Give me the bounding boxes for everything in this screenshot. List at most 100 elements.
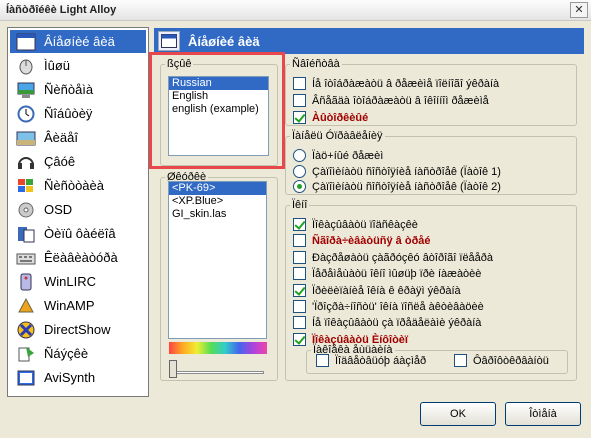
slider-track[interactable]: [172, 371, 264, 374]
option-label: Ïîêàçûâàòü ïîäñêàçêè: [312, 218, 418, 231]
checkbox-keep-on-screen[interactable]: Íå ïîêàçûâàòü çà ïðåäåëàìè ýêðàíà: [293, 316, 481, 329]
color-palette[interactable]: [169, 342, 267, 354]
checkbox-transparency[interactable]: 'Ïðîçðà÷íîñòü' îêíà ïîñëå àêòèâàöèè: [293, 300, 484, 313]
window-title: Íàñòðîéêè Light Alloy: [6, 4, 117, 16]
option-label: Ôâðîôòêðâàíòü: [473, 354, 549, 367]
checkbox-always-show[interactable]: Âñåãäà îòîáðàæàòü â îêîííîì ðåæèìå: [293, 94, 489, 107]
checkbox-hide-fullscreen[interactable]: Íå îòîáðàæàòü â ðåæèìå ïîëíîãî ýêðàíà: [293, 77, 499, 90]
ok-button[interactable]: OK: [420, 402, 496, 426]
remote-icon: [14, 271, 38, 292]
sidebar-item-label: OSD: [44, 202, 73, 217]
checkbox[interactable]: [293, 218, 306, 231]
sidebar-item-label: Ñèñòåìà: [44, 82, 94, 97]
checkbox[interactable]: [316, 354, 329, 367]
checkbox[interactable]: [293, 267, 306, 280]
checkbox[interactable]: [293, 251, 306, 264]
associations-icon: [14, 343, 38, 364]
skins-list[interactable]: <PK-69> <XP.Blue> GI_skin.las: [168, 181, 267, 339]
appearance-icon: [14, 31, 38, 52]
checkbox[interactable]: [293, 284, 306, 297]
checkbox-drag-window[interactable]: Ïåðåìåùàòü îêíî ìûøüþ ïðè íàæàòèè: [293, 267, 481, 280]
option-label: Âñåãäà îòîáðàæàòü â îêîííîì ðåæèìå: [312, 94, 489, 107]
checkbox[interactable]: [293, 300, 306, 313]
sidebar-item-label: Êëàâèàòóðà: [44, 250, 118, 265]
sidebar-item-windows[interactable]: Ñèñòòàèà: [10, 174, 146, 197]
option-label: Çàïîìèíàòü ñîñòîÿíèå íàñòðîåê (Ïàòîê 2): [312, 180, 501, 193]
sidebar-item-winamp[interactable]: WinAMP: [10, 294, 146, 317]
close-icon: ✕: [574, 4, 584, 16]
sidebar-item-appearance[interactable]: Âíåøíèé âèä: [10, 30, 146, 53]
system-icon: [14, 79, 38, 100]
sidebar-item-keyboard[interactable]: Êëàâèàòóðà: [10, 246, 146, 269]
sidebar-item-label: Ñîáûòèÿ: [44, 106, 93, 121]
option-label: Çàïîìèíàòü ñîñòîÿíèå íàñòðîåê (Ïàòîê 1): [312, 165, 501, 178]
option-label: 'Ïðîçðà÷íîñòü' îêíà ïîñëå àêòèâàöèè: [312, 300, 484, 313]
sidebar-item-winlirc[interactable]: WinLIRC: [10, 270, 146, 293]
checkbox-infotip-format[interactable]: Ôâðîôòêðâàíòü: [454, 354, 549, 367]
headphones-icon: [14, 151, 38, 172]
radio-button[interactable]: [293, 180, 306, 193]
sidebar-item-events[interactable]: Ñîáûòèÿ: [10, 102, 146, 125]
checkbox-snap-edges[interactable]: Ïðèëèïàíèå îêíà ê êðàÿì ýêðàíà: [293, 284, 461, 297]
sidebar-item-sound[interactable]: Çâóê: [10, 150, 146, 173]
sidebar-item-avisynth[interactable]: AviSynth: [10, 366, 146, 389]
close-button[interactable]: ✕: [570, 2, 588, 18]
option-label: Íå ïîêàçûâàòü çà ïðåäåëàìè ýêðàíà: [312, 316, 482, 329]
checkbox-minimize-to-tray[interactable]: Ñãîðà÷èâàòüñÿ â òðåé: [293, 234, 431, 247]
sidebar-item-label: Ìûøü: [44, 58, 71, 73]
checkbox[interactable]: [293, 77, 306, 90]
list-item[interactable]: GI_skin.las: [169, 208, 266, 221]
sidebar-item-system[interactable]: Ñèñòåìà: [10, 78, 146, 101]
sidebar-item-label: Ñèñòòàèà: [44, 178, 104, 193]
radio-panel-mode-1[interactable]: Çàïîìèíàòü ñîñòîÿíèå íàñòðîåê (Ïàòîê 1): [293, 165, 501, 178]
list-item[interactable]: <XP.Blue>: [169, 195, 266, 208]
window-group-label: Ïêíî: [292, 199, 308, 211]
option-label: Ïîäâåòâüóþ áàçìåð: [335, 354, 427, 367]
sidebar-item-label: Âèäåî: [44, 130, 78, 145]
sidebar-item-label: Òèïû ôàéëîâ: [44, 226, 116, 241]
checkbox-infotip-size[interactable]: Ïîäâåòâüóþ áàçìåð: [316, 354, 426, 367]
sidebar-item-label: AviSynth: [44, 370, 96, 385]
sidebar: Âíåøíèé âèä Ìûøü Ñèñòåìà Ñîáûòèÿ Âèäåî Ç…: [7, 27, 149, 397]
slider-thumb[interactable]: [169, 360, 177, 378]
radio-button[interactable]: [293, 149, 306, 162]
checkbox-show-tooltips[interactable]: Ïîêàçûâàòü ïîäñêàçêè: [293, 218, 418, 231]
checkbox[interactable]: [293, 316, 306, 329]
control-panel-group-label: Ïàíåëü Óïðàâëåíèÿ: [292, 130, 383, 142]
option-label: Ïðèëèïàíèå îêíà ê êðàÿì ýêðàíà: [312, 284, 461, 297]
states-group-label: Ñâîéñòâà: [292, 58, 340, 70]
option-label: Ðàçðåøàòü çàãðóçêó âòîðîãî ïëååðà: [312, 251, 494, 264]
checkbox[interactable]: [293, 234, 306, 247]
sidebar-item-mouse[interactable]: Ìûøü: [10, 54, 146, 77]
sidebar-item-associations[interactable]: Ñáýçêè: [10, 342, 146, 365]
checkbox[interactable]: [293, 333, 306, 346]
sidebar-item-osd[interactable]: OSD: [10, 198, 146, 221]
checkbox[interactable]: [454, 354, 467, 367]
radio-panel-mode-2[interactable]: Çàïîìèíàòü ñîñòîÿíèå íàñòðîåê (Ïàòîê 2): [293, 180, 501, 193]
page-title: Âíåøíèé âèä: [188, 33, 260, 49]
title-bar: Íàñòðîéêè Light Alloy ✕: [0, 0, 591, 21]
appearance-icon: [158, 31, 180, 51]
radio-button[interactable]: [293, 165, 306, 178]
sidebar-item-label: WinLIRC: [44, 274, 97, 289]
option-label: Àûòîðêèûé: [312, 111, 369, 124]
osd-icon: [14, 199, 38, 220]
list-item[interactable]: <PK-69>: [169, 182, 266, 195]
sidebar-item-directshow[interactable]: DirectShow: [10, 318, 146, 341]
cancel-button[interactable]: Îòìåíà: [505, 402, 581, 426]
mouse-icon: [14, 55, 38, 76]
directshow-icon: [14, 319, 38, 340]
option-label: Ïåðåìåùàòü îêíî ìûøüþ ïðè íàæàòèè: [312, 267, 482, 280]
winamp-icon: [14, 295, 38, 316]
radio-panel-mode-0[interactable]: Ïàö+íûé ðåæèì: [293, 149, 383, 162]
windows-flag-icon: [14, 175, 38, 196]
checkbox[interactable]: [293, 94, 306, 107]
avisynth-icon: [14, 367, 38, 388]
file-types-icon: [14, 223, 38, 244]
sidebar-item-file-types[interactable]: Òèïû ôàéëîâ: [10, 222, 146, 245]
checkbox[interactable]: [293, 111, 306, 124]
sidebar-item-video[interactable]: Âèäåî: [10, 126, 146, 149]
checkbox-auto[interactable]: Àûòîðêèûé: [293, 111, 368, 124]
checkbox-allow-second-instance[interactable]: Ðàçðåøàòü çàãðóçêó âòîðîãî ïëååðà: [293, 251, 493, 264]
page-header: Âíåøíèé âèä: [154, 28, 584, 54]
